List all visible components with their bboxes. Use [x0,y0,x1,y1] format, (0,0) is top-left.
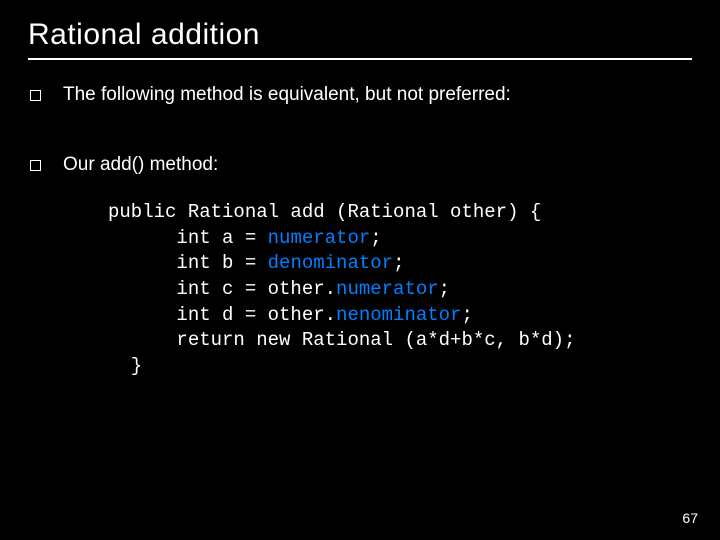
bullet-list: The following method is equivalent, but … [28,84,692,176]
bullet-item: The following method is equivalent, but … [28,84,692,106]
code-text: int a = [108,227,268,249]
slide-title: Rational addition [28,18,692,52]
code-text: int d = other. [108,304,336,326]
code-text: ; [461,304,472,326]
code-text: ; [439,278,450,300]
code-text: public Rational add (Rational other) { [108,201,541,223]
page-number: 67 [682,510,698,526]
code-text: } [108,355,142,377]
code-keyword: denominator [268,252,393,274]
code-text: return new Rational (a*d+b*c, b*d); [108,329,575,351]
slide: Rational addition The following method i… [0,0,720,540]
code-block: public Rational add (Rational other) { i… [108,200,692,379]
code-keyword: nenominator [336,304,461,326]
code-text: ; [370,227,381,249]
code-keyword: numerator [336,278,439,300]
code-text: int c = other. [108,278,336,300]
title-rule [28,58,692,60]
code-text: int b = [108,252,268,274]
bullet-item: Our add() method: [28,154,692,176]
code-keyword: numerator [268,227,371,249]
square-bullet-icon [30,160,41,171]
square-bullet-icon [30,90,41,101]
bullet-text: The following method is equivalent, but … [63,84,511,106]
bullet-text: Our add() method: [63,154,218,176]
code-text: ; [393,252,404,274]
